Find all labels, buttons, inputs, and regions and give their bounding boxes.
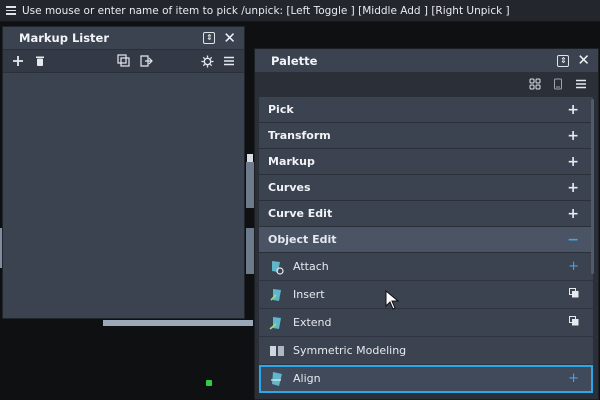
tool-label: Align xyxy=(293,372,321,385)
menu-icon[interactable] xyxy=(574,77,588,91)
category-label: Pick xyxy=(268,103,294,116)
tool-insert[interactable]: Insert xyxy=(259,281,593,309)
expand-icon[interactable]: + xyxy=(567,103,579,117)
expand-icon[interactable]: + xyxy=(567,181,579,195)
hamburger-icon[interactable] xyxy=(6,6,16,15)
prompt-text: Use mouse or enter name of item to pick … xyxy=(22,4,510,17)
category-label: Curve Edit xyxy=(268,207,333,220)
symmetric-modeling-icon xyxy=(269,343,285,359)
expand-icon[interactable]: + xyxy=(567,155,579,169)
add-icon[interactable]: + xyxy=(568,260,579,273)
geometry-fragment xyxy=(246,162,254,208)
drag-handle-icon[interactable] xyxy=(247,154,253,162)
tool-symmetric-modeling[interactable]: Symmetric Modeling xyxy=(259,337,593,365)
copy-icon[interactable] xyxy=(569,316,579,329)
category-markup[interactable]: Markup + xyxy=(259,149,593,175)
panel-title: Markup Lister xyxy=(19,31,110,45)
close-icon[interactable]: ✕ xyxy=(223,30,236,46)
mouse-cursor-icon xyxy=(385,290,399,310)
category-transform[interactable]: Transform + xyxy=(259,123,593,149)
trash-icon[interactable] xyxy=(33,54,47,68)
align-icon xyxy=(269,371,285,387)
tool-extend[interactable]: Extend xyxy=(259,309,593,337)
add-icon[interactable] xyxy=(11,54,25,68)
markup-list-area[interactable] xyxy=(3,73,244,317)
copy-icon[interactable] xyxy=(569,288,579,301)
expand-icon[interactable]: + xyxy=(567,207,579,221)
attach-icon xyxy=(269,259,285,275)
palette-scrollbar[interactable] xyxy=(591,99,594,274)
markup-lister-panel: Markup Lister ⇕ ✕ xyxy=(2,26,245,319)
category-label: Transform xyxy=(268,129,331,142)
close-icon[interactable]: ✕ xyxy=(577,53,590,68)
geometry-fragment xyxy=(103,320,253,326)
palette-toolbar xyxy=(255,73,598,95)
category-object-edit[interactable]: Object Edit − xyxy=(259,227,593,253)
extend-icon xyxy=(269,315,285,331)
pivot-marker xyxy=(206,380,212,386)
insert-icon xyxy=(269,287,285,303)
tool-label: Symmetric Modeling xyxy=(293,344,407,357)
gear-icon[interactable] xyxy=(200,54,214,68)
tool-label: Insert xyxy=(293,288,325,301)
markup-toolbar xyxy=(3,49,244,73)
tool-attach[interactable]: Attach + xyxy=(259,253,593,281)
add-icon[interactable]: + xyxy=(568,372,579,385)
category-pick[interactable]: Pick + xyxy=(259,97,593,123)
category-label: Object Edit xyxy=(268,233,337,246)
tool-label: Attach xyxy=(293,260,329,273)
markup-lister-header[interactable]: Markup Lister ⇕ ✕ xyxy=(3,27,244,49)
collapse-icon[interactable]: − xyxy=(567,233,579,247)
tool-align[interactable]: Align + xyxy=(259,365,593,393)
panel-title: Palette xyxy=(271,53,318,68)
category-curve-edit[interactable]: Curve Edit + xyxy=(259,201,593,227)
export-icon[interactable] xyxy=(139,54,153,68)
category-label: Curves xyxy=(268,181,311,194)
palette-panel: Palette ⇕ ✕ Pick + Transform + Markup + xyxy=(254,48,599,400)
grid-view-icon[interactable] xyxy=(528,77,542,91)
dock-toggle-icon[interactable]: ⇕ xyxy=(557,54,570,67)
tool-label: Extend xyxy=(293,316,332,329)
command-prompt-bar: Use mouse or enter name of item to pick … xyxy=(0,0,600,22)
palette-header[interactable]: Palette ⇕ ✕ xyxy=(255,49,598,73)
geometry-fragment xyxy=(246,228,254,274)
menu-icon[interactable] xyxy=(222,54,236,68)
palette-list: Pick + Transform + Markup + Curves + Cur… xyxy=(259,97,593,393)
phone-view-icon[interactable] xyxy=(551,77,565,91)
category-curves[interactable]: Curves + xyxy=(259,175,593,201)
category-label: Markup xyxy=(268,155,315,168)
expand-icon[interactable]: + xyxy=(567,129,579,143)
copy-layers-icon[interactable] xyxy=(117,54,131,68)
dock-toggle-icon[interactable]: ⇕ xyxy=(203,32,216,44)
